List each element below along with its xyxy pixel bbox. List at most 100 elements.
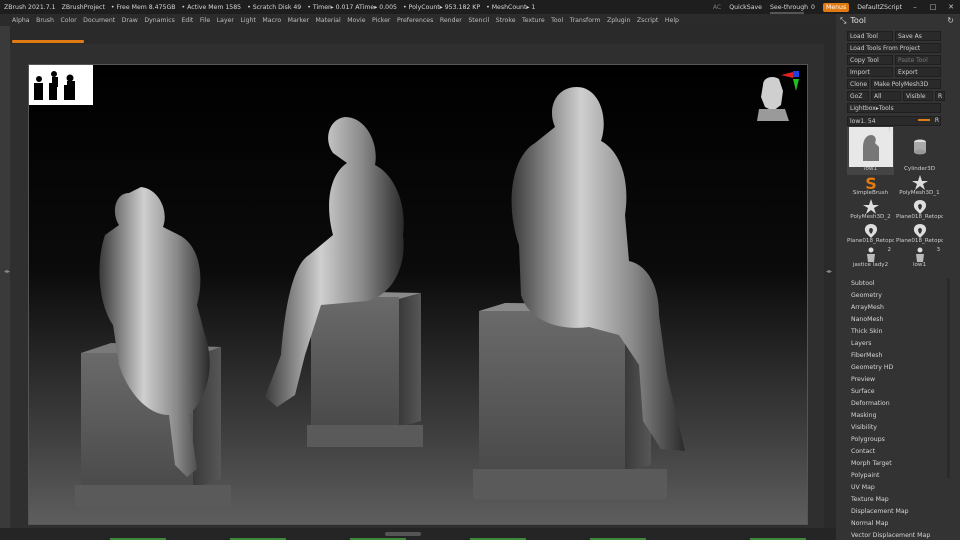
menu-movie[interactable]: Movie [347,17,365,24]
axis-z-icon[interactable] [793,71,799,77]
subpalette-polygroups[interactable]: Polygroups [851,434,930,446]
menu-file[interactable]: File [200,17,210,24]
subpalette-geometry[interactable]: Geometry [851,290,930,302]
menu-color[interactable]: Color [60,17,76,24]
subpalette-deformation[interactable]: Deformation [851,398,930,410]
left-figure-model[interactable] [75,187,231,507]
tool-slider[interactable]: low1. 54 R [847,116,941,126]
menu-render[interactable]: Render [440,17,462,24]
load-tool-button[interactable]: Load Tool [847,31,893,41]
bottom-tray-handle[interactable] [385,532,421,536]
menu-alpha[interactable]: Alpha [12,17,30,24]
subpalette-thick-skin[interactable]: Thick Skin [851,326,930,338]
menu-light[interactable]: Light [240,17,255,24]
menu-layer[interactable]: Layer [217,17,234,24]
axis-y-icon[interactable] [793,79,799,91]
save-as-button[interactable]: Save As [895,31,941,41]
tool-thumbnail[interactable]: Plane018_Retopo [896,199,943,223]
subpalette-subtool[interactable]: Subtool [851,278,930,290]
tool-thumbnail[interactable]: PolyMesh3D_2 [847,199,894,223]
menu-document[interactable]: Document [83,17,115,24]
tool-slider-r[interactable]: R [935,117,939,124]
tool-palette-scrollbar[interactable] [947,278,950,478]
menu-dynamics[interactable]: Dynamics [144,17,175,24]
menu-transform[interactable]: Transform [570,17,601,24]
goz-button[interactable]: GoZ [847,91,869,101]
menu-help[interactable]: Help [665,17,679,24]
document-canvas[interactable] [28,64,808,525]
left-tray-handle-icon[interactable]: ◂▸ [4,268,10,278]
tool-thumbnail[interactable]: low1 3 [847,127,894,175]
close-icon[interactable]: ✕ [946,3,956,11]
tool-thumbnail[interactable]: Plane018_Retopo [896,223,943,247]
tool-thumbnail[interactable]: low1 3 [896,247,943,271]
right-figure-model[interactable] [473,87,685,499]
menu-macro[interactable]: Macro [262,17,281,24]
menu-marker[interactable]: Marker [288,17,309,24]
axis-x-icon[interactable] [781,72,793,78]
menu-preferences[interactable]: Preferences [397,17,433,24]
tool-thumbnail[interactable]: Plane018_Retopo [847,223,894,247]
subpalette-vector-displacement-map[interactable]: Vector Displacement Map [851,530,930,540]
sculpt-scene[interactable] [29,65,808,525]
tool-thumbnail[interactable]: jastice lady2 2 [847,247,894,271]
menu-material[interactable]: Material [316,17,341,24]
clone-button[interactable]: Clone [847,79,869,89]
menus-toggle-button[interactable]: Menus [822,2,850,12]
refresh-icon[interactable]: ↻ [947,16,954,25]
subpalette-preview[interactable]: Preview [851,374,930,386]
tool-palette-header[interactable]: ⤡ Tool ↻ [836,14,960,27]
subpalette-masking[interactable]: Masking [851,410,930,422]
subpalette-displacement-map[interactable]: Displacement Map [851,506,930,518]
menu-brush[interactable]: Brush [36,17,54,24]
menu-draw[interactable]: Draw [122,17,138,24]
subpalette-texture-map[interactable]: Texture Map [851,494,930,506]
quicksave-button[interactable]: QuickSave [729,4,762,11]
tool-thumbnail[interactable]: PolyMesh3D_1 [896,175,943,199]
import-button[interactable]: Import [847,67,893,77]
subpalette-contact[interactable]: Contact [851,446,930,458]
minimize-icon[interactable]: – [910,3,920,11]
make-polymesh3d-button[interactable]: Make PolyMesh3D [871,79,941,89]
subpalette-visibility[interactable]: Visibility [851,422,930,434]
free-mem: • Free Mem 8.475GB [110,3,176,11]
menu-zplugin[interactable]: Zplugin [607,17,630,24]
subpalette-surface[interactable]: Surface [851,386,930,398]
all-button[interactable]: All [871,91,901,101]
maximize-icon[interactable]: □ [928,3,938,11]
document-tab-indicator[interactable] [12,40,84,43]
menu-picker[interactable]: Picker [372,17,390,24]
subpalette-uv-map[interactable]: UV Map [851,482,930,494]
subpalette-fibermesh[interactable]: FiberMesh [851,350,930,362]
paste-tool-button[interactable]: Paste Tool [895,55,941,65]
navigation-gizmo[interactable] [755,71,799,131]
middle-figure-model[interactable] [265,117,423,447]
visible-button[interactable]: Visible [903,91,933,101]
ac-indicator[interactable]: AC [713,4,721,11]
subpalette-layers[interactable]: Layers [851,338,930,350]
tool-thumbnail[interactable]: S SimpleBrush [847,174,894,199]
menu-stencil[interactable]: Stencil [468,17,489,24]
r-button[interactable]: R [935,91,945,101]
subpalette-normal-map[interactable]: Normal Map [851,518,930,530]
menu-texture[interactable]: Texture [522,17,545,24]
cylinder-icon [896,127,943,167]
subpalette-arraymesh[interactable]: ArrayMesh [851,302,930,314]
menu-tool[interactable]: Tool [551,17,563,24]
subpalette-geometry-hd[interactable]: Geometry HD [851,362,930,374]
tool-thumbnail[interactable]: Cylinder3D [896,127,943,175]
lightbox-tools-button[interactable]: Lightbox▸Tools [847,103,941,113]
menu-stroke[interactable]: Stroke [496,17,516,24]
subpalette-nanomesh[interactable]: NanoMesh [851,314,930,326]
see-through-slider[interactable]: See-through 0 [769,4,815,15]
subpalette-morph-target[interactable]: Morph Target [851,458,930,470]
export-button[interactable]: Export [895,67,941,77]
palette-pin-icon[interactable]: ⤡ [840,16,846,26]
right-tray-handle-icon[interactable]: ◂▸ [826,268,832,278]
copy-tool-button[interactable]: Copy Tool [847,55,893,65]
default-zscript-button[interactable]: DefaultZScript [857,4,902,11]
menu-edit[interactable]: Edit [181,17,193,24]
load-tools-from-project-button[interactable]: Load Tools From Project [847,43,941,53]
subpalette-polypaint[interactable]: Polypaint [851,470,930,482]
menu-zscript[interactable]: Zscript [637,17,658,24]
